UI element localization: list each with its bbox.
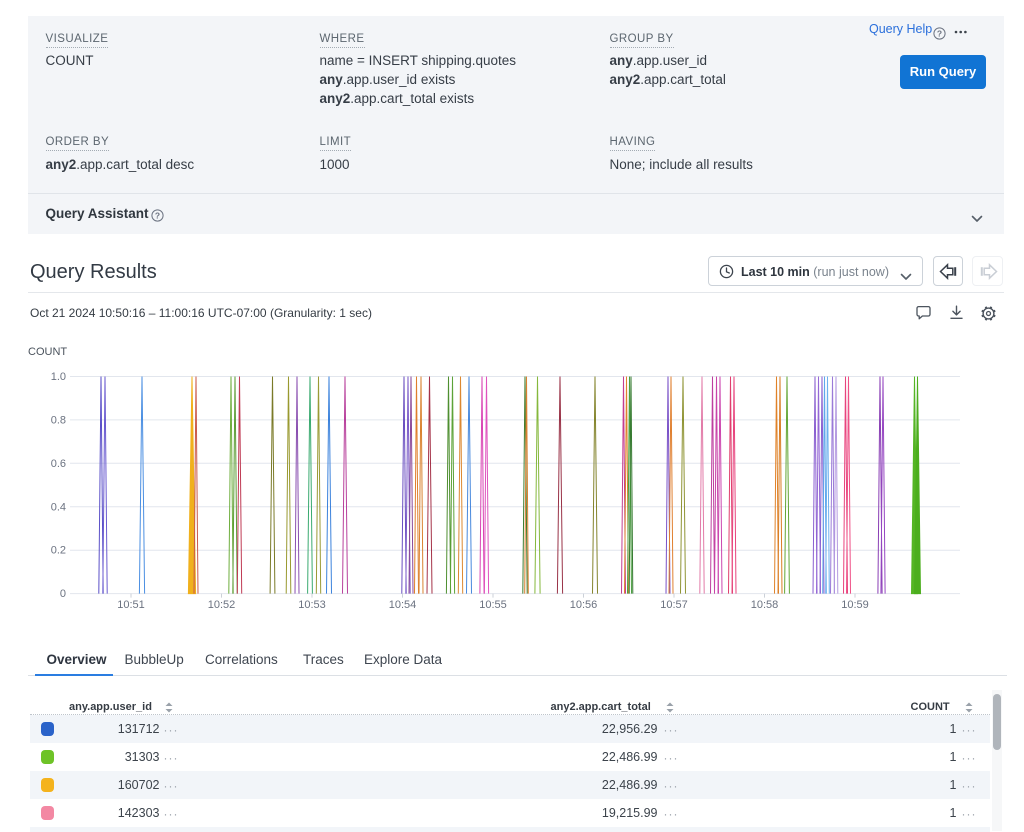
svg-text:0.2: 0.2 (51, 545, 66, 557)
svg-text:10:56: 10:56 (570, 599, 598, 611)
svg-text:10:55: 10:55 (479, 599, 507, 611)
svg-text:1.0: 1.0 (51, 371, 66, 383)
svg-text:10:59: 10:59 (841, 599, 869, 611)
svg-text:10:58: 10:58 (751, 599, 779, 611)
svg-text:10:52: 10:52 (208, 599, 236, 611)
svg-text:?: ? (155, 210, 160, 220)
svg-text:0.4: 0.4 (51, 501, 66, 513)
svg-text:0.6: 0.6 (51, 458, 66, 470)
svg-text:10:57: 10:57 (660, 599, 688, 611)
svg-text:10:51: 10:51 (117, 599, 145, 611)
svg-text:0.8: 0.8 (51, 414, 66, 426)
svg-text:10:53: 10:53 (298, 599, 326, 611)
svg-text:10:54: 10:54 (389, 599, 417, 611)
svg-text:0: 0 (60, 588, 66, 600)
svg-text:?: ? (937, 28, 942, 38)
